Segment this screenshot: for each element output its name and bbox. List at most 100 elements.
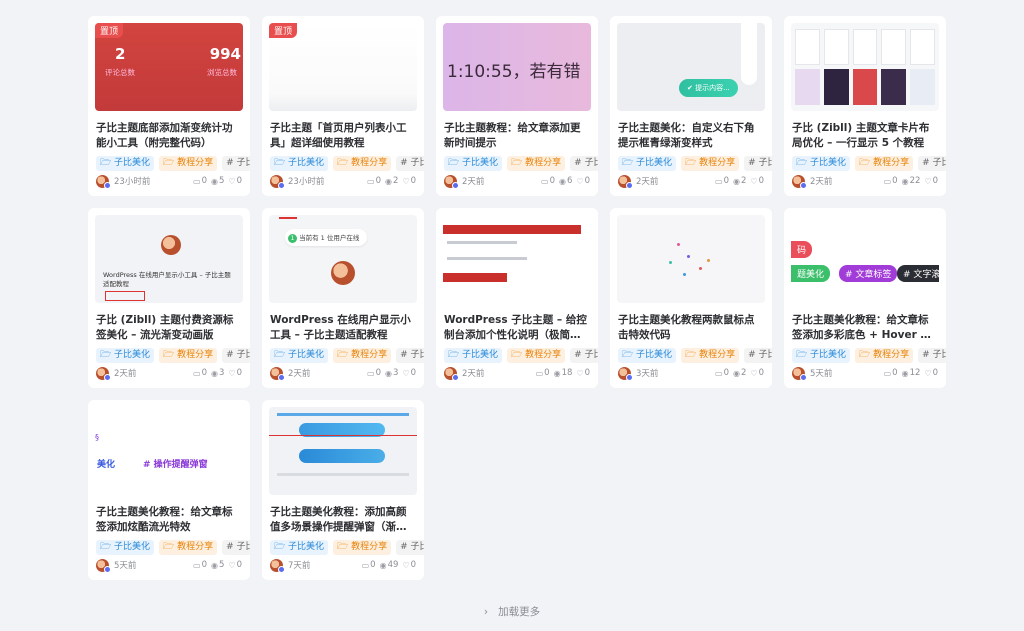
post-card[interactable]: 码 题美化 # 文章标签 # 文字滚 子比主题美化教程：给文章标签添加多彩底色 … bbox=[784, 208, 946, 388]
hash-tag[interactable]: # 子比 bbox=[570, 348, 598, 363]
category-tag[interactable]: 🗁 教程分享 bbox=[855, 156, 914, 171]
category-tag[interactable]: 🗁 子比美化 bbox=[444, 348, 503, 363]
category-tag[interactable]: 🗁 子比美化 bbox=[96, 540, 155, 555]
hash-tag[interactable]: # 子比 bbox=[222, 156, 250, 171]
post-title[interactable]: 子比主题教程：给文章添加更新时间提示 bbox=[444, 121, 590, 151]
avatar[interactable] bbox=[96, 174, 111, 189]
category-tag[interactable]: 🗁 子比美化 bbox=[792, 348, 851, 363]
hash-tag[interactable]: # 子比 bbox=[396, 540, 424, 555]
avatar[interactable] bbox=[444, 174, 459, 189]
thumbs-up-icon[interactable]: ♡ bbox=[228, 177, 235, 186]
post-title[interactable]: 子比主题美化：自定义右下角提示框青绿渐变样式 bbox=[618, 121, 764, 151]
post-title[interactable]: 子比主题美化教程：添加高颜值多场景操作提醒弹窗（渐变气… bbox=[270, 505, 416, 535]
post-card[interactable]: WordPress 在线用户显示小工具 – 子比主题适配教程 子比 (Zibll… bbox=[88, 208, 250, 388]
category-tag[interactable]: 🗁 教程分享 bbox=[159, 156, 218, 171]
thumbs-up-icon[interactable]: ♡ bbox=[228, 561, 235, 570]
post-thumbnail[interactable]: 1:10:55，若有错 bbox=[443, 23, 591, 111]
category-tag[interactable]: 🗁 教程分享 bbox=[333, 348, 392, 363]
category-tag[interactable]: 🗁 教程分享 bbox=[159, 348, 218, 363]
hash-tag[interactable]: # 子比 bbox=[744, 156, 772, 171]
thumbs-up-icon[interactable]: ♡ bbox=[402, 369, 409, 378]
avatar[interactable] bbox=[270, 558, 285, 573]
thumbs-up-icon[interactable]: ♡ bbox=[750, 369, 757, 378]
category-tag[interactable]: 🗁 教程分享 bbox=[333, 540, 392, 555]
post-card[interactable]: 置顶 子比主题「首页用户列表小工具」超详细使用教程 🗁 子比美化 🗁 教程分享 … bbox=[262, 16, 424, 196]
avatar[interactable] bbox=[618, 174, 633, 189]
post-title[interactable]: 子比主题美化教程：给文章标签添加炫酷流光特效 bbox=[96, 505, 242, 535]
category-tag[interactable]: 🗁 教程分享 bbox=[681, 156, 740, 171]
category-tag[interactable]: 🗁 子比美化 bbox=[270, 156, 329, 171]
avatar[interactable] bbox=[792, 174, 807, 189]
post-card[interactable]: 置顶 2 评论总数 994 浏览总数 子比主题底部添加渐变统计功能小工具（附完整… bbox=[88, 16, 250, 196]
load-more-button[interactable]: › 加载更多 bbox=[0, 604, 1024, 619]
post-title[interactable]: WordPress 子比主题 – 给控制台添加个性化说明（极简纯色… bbox=[444, 313, 590, 343]
thumbs-up-icon[interactable]: ♡ bbox=[576, 177, 583, 186]
hash-tag[interactable]: # 子比 bbox=[222, 540, 250, 555]
post-thumbnail[interactable]: ✔ 提示内容... bbox=[617, 23, 765, 111]
avatar[interactable] bbox=[96, 366, 111, 381]
category-tag[interactable]: 🗁 教程分享 bbox=[159, 540, 218, 555]
post-thumbnail[interactable]: § 美化 # 操作提醒弹窗 bbox=[95, 407, 243, 495]
post-title[interactable]: WordPress 在线用户显示小工具 – 子比主题适配教程 bbox=[270, 313, 416, 343]
category-tag[interactable]: 🗁 教程分享 bbox=[507, 156, 566, 171]
category-tag[interactable]: 🗁 子比美化 bbox=[96, 348, 155, 363]
post-thumbnail[interactable] bbox=[443, 215, 591, 303]
category-tag[interactable]: 🗁 子比美化 bbox=[270, 348, 329, 363]
post-thumbnail[interactable]: WordPress 在线用户显示小工具 – 子比主题适配教程 bbox=[95, 215, 243, 303]
hash-tag[interactable]: # 子比 bbox=[744, 348, 772, 363]
post-thumbnail[interactable] bbox=[269, 407, 417, 495]
comment-count: 0 bbox=[375, 368, 381, 378]
avatar[interactable] bbox=[270, 366, 285, 381]
avatar[interactable] bbox=[96, 558, 111, 573]
category-tag[interactable]: 🗁 子比美化 bbox=[444, 156, 503, 171]
post-card[interactable]: 子比 (Zibll) 主题文章卡片布局优化 – 一行显示 5 个教程 🗁 子比美… bbox=[784, 16, 946, 196]
category-tag[interactable]: 🗁 教程分享 bbox=[681, 348, 740, 363]
post-title[interactable]: 子比主题美化教程：给文章标签添加多彩底色 + Hover 流光立… bbox=[792, 313, 938, 343]
hash-tag[interactable]: # 子比 bbox=[396, 156, 424, 171]
post-time: 23小时前 bbox=[114, 177, 151, 187]
avatar[interactable] bbox=[792, 366, 807, 381]
hash-tag[interactable]: # 子比 bbox=[570, 156, 598, 171]
post-title[interactable]: 子比 (Zibll) 主题付费资源标签美化 – 流光渐变动画版 bbox=[96, 313, 242, 343]
thumbs-up-icon[interactable]: ♡ bbox=[402, 177, 409, 186]
post-thumbnail[interactable]: 1 当前有 1 位用户在线 bbox=[269, 215, 417, 303]
category-tag[interactable]: 🗁 教程分享 bbox=[507, 348, 566, 363]
post-thumbnail[interactable] bbox=[617, 215, 765, 303]
avatar[interactable] bbox=[618, 366, 633, 381]
thumbs-up-icon[interactable]: ♡ bbox=[750, 177, 757, 186]
post-title[interactable]: 子比 (Zibll) 主题文章卡片布局优化 – 一行显示 5 个教程 bbox=[792, 121, 938, 151]
post-card[interactable]: 子比主题美化教程两款鼠标点击特效代码 🗁 子比美化 🗁 教程分享 # 子比 3天… bbox=[610, 208, 772, 388]
category-tag[interactable]: 🗁 教程分享 bbox=[333, 156, 392, 171]
post-title[interactable]: 子比主题底部添加渐变统计功能小工具（附完整代码） bbox=[96, 121, 242, 151]
post-title[interactable]: 子比主题美化教程两款鼠标点击特效代码 bbox=[618, 313, 764, 343]
hash-tag[interactable]: # 子比 bbox=[918, 348, 946, 363]
avatar[interactable] bbox=[270, 174, 285, 189]
thumbs-up-icon[interactable]: ♡ bbox=[924, 369, 931, 378]
category-tag[interactable]: 🗁 子比美化 bbox=[618, 348, 677, 363]
hash-tag[interactable]: # 子比 bbox=[918, 156, 946, 171]
thumbs-up-icon[interactable]: ♡ bbox=[228, 369, 235, 378]
post-card[interactable]: 1 当前有 1 位用户在线 WordPress 在线用户显示小工具 – 子比主题… bbox=[262, 208, 424, 388]
thumbs-up-icon[interactable]: ♡ bbox=[402, 561, 409, 570]
category-tag[interactable]: 🗁 子比美化 bbox=[270, 540, 329, 555]
category-tag[interactable]: 🗁 子比美化 bbox=[792, 156, 851, 171]
post-thumbnail[interactable]: 码 题美化 # 文章标签 # 文字滚 bbox=[791, 215, 939, 303]
post-card[interactable]: WordPress 子比主题 – 给控制台添加个性化说明（极简纯色… 🗁 子比美… bbox=[436, 208, 598, 388]
post-card[interactable]: ✔ 提示内容... 子比主题美化：自定义右下角提示框青绿渐变样式 🗁 子比美化 … bbox=[610, 16, 772, 196]
hash-tag[interactable]: # 子比 bbox=[396, 348, 424, 363]
comment-count: 0 bbox=[723, 368, 729, 378]
category-tag[interactable]: 🗁 子比美化 bbox=[96, 156, 155, 171]
post-thumbnail[interactable]: 置顶 2 评论总数 994 浏览总数 bbox=[95, 23, 243, 111]
post-card[interactable]: 子比主题美化教程：添加高颜值多场景操作提醒弹窗（渐变气… 🗁 子比美化 🗁 教程… bbox=[262, 400, 424, 580]
post-thumbnail[interactable] bbox=[791, 23, 939, 111]
thumbs-up-icon[interactable]: ♡ bbox=[576, 369, 583, 378]
category-tag[interactable]: 🗁 子比美化 bbox=[618, 156, 677, 171]
avatar[interactable] bbox=[444, 366, 459, 381]
hash-tag[interactable]: # 子比 bbox=[222, 348, 250, 363]
category-tag[interactable]: 🗁 教程分享 bbox=[855, 348, 914, 363]
post-thumbnail[interactable]: 置顶 bbox=[269, 23, 417, 111]
thumbs-up-icon[interactable]: ♡ bbox=[924, 177, 931, 186]
post-title[interactable]: 子比主题「首页用户列表小工具」超详细使用教程 bbox=[270, 121, 416, 151]
post-card[interactable]: 1:10:55，若有错 子比主题教程：给文章添加更新时间提示 🗁 子比美化 🗁 … bbox=[436, 16, 598, 196]
post-card[interactable]: § 美化 # 操作提醒弹窗 子比主题美化教程：给文章标签添加炫酷流光特效 🗁 子… bbox=[88, 400, 250, 580]
